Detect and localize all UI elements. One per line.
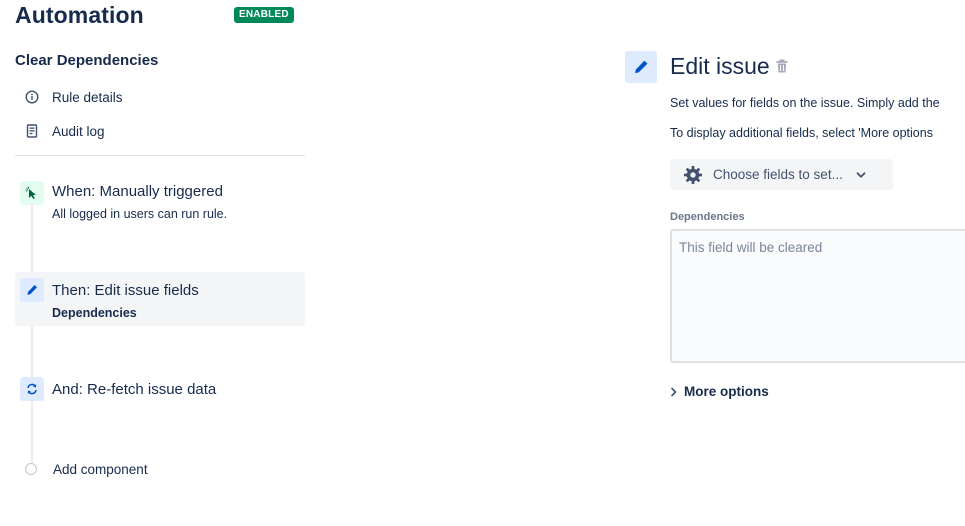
step-title: Then: Edit issue fields	[52, 282, 199, 299]
gear-icon	[683, 165, 703, 185]
sidebar-divider	[15, 155, 305, 156]
step-subtitle: All logged in users can run rule.	[52, 207, 228, 221]
help-text: Set values for fields on the issue. Simp…	[670, 96, 940, 110]
pencil-icon	[20, 278, 44, 302]
audit-log-link[interactable]: Audit log	[22, 121, 105, 141]
component-title: Edit issue	[670, 53, 770, 79]
step-subtitle: Dependencies	[52, 306, 137, 320]
rule-details-label: Rule details	[52, 89, 123, 105]
refresh-icon	[20, 377, 44, 401]
rule-details-link[interactable]: Rule details	[22, 87, 123, 107]
trash-icon[interactable]	[776, 59, 790, 75]
step-title: When: Manually triggered	[52, 183, 223, 200]
status-badge: ENABLED	[234, 7, 294, 23]
more-options-toggle[interactable]: More options	[670, 384, 769, 399]
edit-issue-icon	[625, 51, 657, 83]
field-placeholder: This field will be cleared	[679, 240, 823, 255]
timeline-connector	[31, 196, 33, 464]
dependencies-field[interactable]: This field will be cleared	[670, 229, 965, 363]
rule-step-refetch[interactable]: And: Re-fetch issue data	[15, 374, 305, 404]
choose-fields-label: Choose fields to set...	[713, 167, 843, 182]
chevron-right-icon	[670, 387, 678, 397]
audit-log-label: Audit log	[52, 123, 105, 139]
add-component-dot	[25, 463, 37, 475]
info-icon	[22, 87, 42, 107]
document-icon	[22, 121, 42, 141]
more-options-label: More options	[684, 384, 769, 399]
add-component-label: Add component	[53, 461, 148, 477]
page-title: Automation	[15, 2, 144, 28]
add-component-button[interactable]: Add component	[25, 461, 148, 477]
step-title: And: Re-fetch issue data	[52, 381, 217, 398]
automation-page: Automation ENABLED Clear Dependencies Ru…	[0, 0, 965, 526]
cursor-click-icon	[20, 181, 44, 205]
rule-step-edit-issue[interactable]: Then: Edit issue fields Dependencies	[15, 272, 305, 326]
chevron-down-icon	[855, 169, 867, 181]
rule-step-trigger[interactable]: When: Manually triggered All logged in u…	[15, 176, 305, 230]
field-label: Dependencies	[670, 211, 745, 223]
choose-fields-button[interactable]: Choose fields to set...	[670, 159, 893, 190]
help-text: To display additional fields, select 'Mo…	[670, 126, 933, 140]
rule-name: Clear Dependencies	[15, 52, 159, 69]
